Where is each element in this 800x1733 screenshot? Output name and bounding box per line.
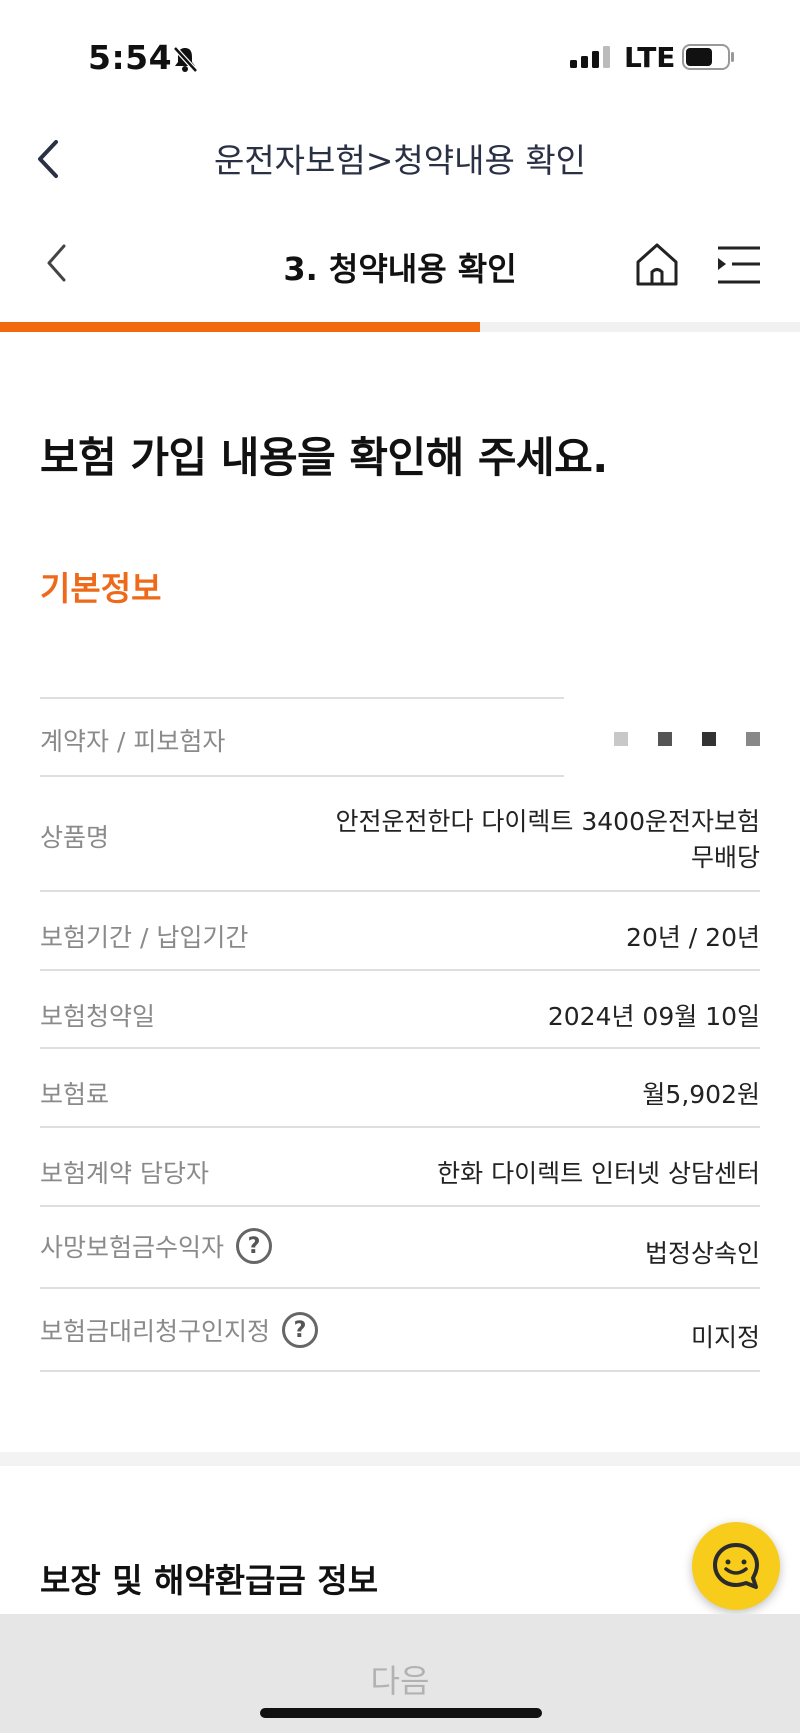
status-bar: 5:54 LTE bbox=[0, 0, 800, 120]
row-value-proxy-claimant: 미지정 bbox=[690, 1323, 760, 1352]
home-button[interactable] bbox=[632, 240, 682, 292]
signal-icon bbox=[570, 46, 612, 72]
divider bbox=[40, 1126, 760, 1128]
masked-value bbox=[614, 732, 760, 746]
home-indicator bbox=[260, 1708, 542, 1718]
menu-icon bbox=[718, 246, 760, 284]
divider bbox=[40, 775, 564, 777]
step-header: 3. 청약내용 확인 bbox=[0, 210, 800, 320]
help-icon[interactable]: ? bbox=[236, 1228, 273, 1264]
beneficiary-label-text: 사망보험금수익자 bbox=[40, 1233, 225, 1262]
bell-muted-icon bbox=[170, 44, 200, 78]
row-label-application-date: 보험청약일 bbox=[40, 1002, 156, 1031]
row-label-policyholder: 계약자 / 피보험자 bbox=[40, 727, 226, 756]
status-time: 5:54 bbox=[88, 38, 173, 77]
top-nav: 운전자보험>청약내용 확인 bbox=[0, 110, 800, 210]
section-title-basic-info: 기본정보 bbox=[40, 569, 162, 608]
row-value-product-line2: 무배당 bbox=[690, 843, 760, 872]
divider bbox=[40, 1205, 760, 1207]
row-value-product-line1: 안전운전한다 다이렉트 3400운전자보험 bbox=[335, 807, 760, 836]
divider bbox=[40, 1370, 760, 1372]
divider bbox=[40, 697, 564, 699]
divider bbox=[40, 969, 760, 971]
row-label-product: 상품명 bbox=[40, 823, 110, 852]
main-heading: 보험 가입 내용을 확인해 주세요. bbox=[40, 433, 608, 482]
battery-icon bbox=[682, 44, 736, 74]
progress-bar bbox=[0, 322, 800, 332]
row-label-period: 보험기간 / 납입기간 bbox=[40, 923, 249, 952]
menu-button[interactable] bbox=[716, 244, 762, 292]
help-icon[interactable]: ? bbox=[282, 1312, 319, 1348]
row-label-agent: 보험계약 담당자 bbox=[40, 1159, 209, 1188]
next-button-label: 다음 bbox=[370, 1662, 430, 1700]
row-value-application-date: 2024년 09월 10일 bbox=[547, 1002, 760, 1031]
row-label-beneficiary: 사망보험금수익자 ? bbox=[40, 1228, 273, 1264]
home-icon bbox=[636, 243, 678, 286]
row-value-agent: 한화 다이렉트 인터넷 상담센터 bbox=[437, 1159, 760, 1188]
row-value-beneficiary: 법정상속인 bbox=[644, 1239, 760, 1268]
section-separator bbox=[0, 1452, 800, 1466]
chat-icon bbox=[713, 1543, 759, 1589]
row-value-period: 20년 / 20년 bbox=[626, 923, 760, 952]
row-label-premium: 보험료 bbox=[40, 1080, 110, 1109]
row-value-premium: 월5,902원 bbox=[642, 1080, 760, 1109]
divider bbox=[40, 1287, 760, 1289]
network-label: LTE bbox=[624, 41, 676, 74]
divider bbox=[40, 1047, 760, 1049]
row-label-proxy-claimant: 보험금대리청구인지정 ? bbox=[40, 1312, 319, 1348]
divider bbox=[40, 890, 760, 892]
progress-fill bbox=[0, 322, 480, 332]
chat-button[interactable] bbox=[692, 1522, 780, 1610]
page-title: 운전자보험>청약내용 확인 bbox=[213, 141, 587, 180]
proxy-claimant-label-text: 보험금대리청구인지정 bbox=[40, 1317, 271, 1346]
section-title-coverage: 보장 및 해약환급금 정보 bbox=[40, 1561, 379, 1600]
